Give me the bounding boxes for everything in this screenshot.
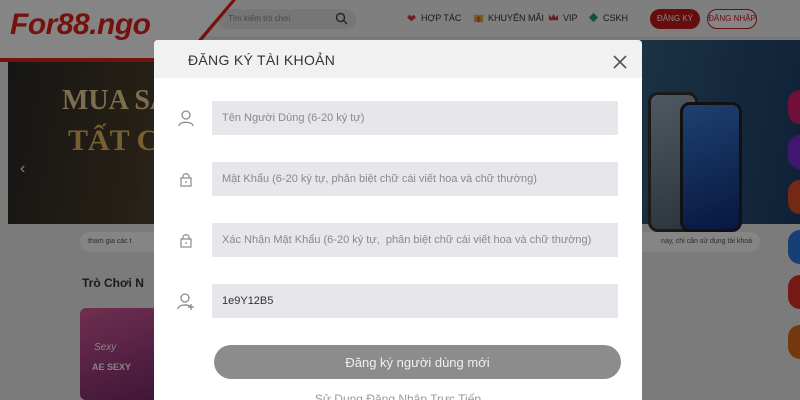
confirm-password-input[interactable] — [212, 223, 618, 257]
add-user-icon — [177, 293, 194, 310]
register-submit-button[interactable]: Đăng ký người dùng mới — [214, 345, 621, 379]
modal-header: ĐĂNG KÝ TÀI KHOẢN — [154, 40, 642, 78]
user-icon — [178, 110, 194, 127]
referral-row — [154, 284, 642, 318]
close-icon[interactable] — [612, 54, 628, 70]
lock-icon — [180, 173, 192, 187]
password-row — [154, 162, 642, 196]
confirm-password-row — [154, 223, 642, 257]
password-input[interactable] — [212, 162, 618, 196]
username-row — [154, 101, 642, 135]
modal-title: ĐĂNG KÝ TÀI KHOẢN — [188, 52, 336, 68]
referral-code-input[interactable] — [212, 284, 618, 318]
username-input[interactable] — [212, 101, 618, 135]
register-modal: ĐĂNG KÝ TÀI KHOẢN Tên Người Dùng (6-20 k… — [154, 40, 642, 400]
direct-login-link[interactable]: Sử Dụng Đăng Nhập Trực Tiếp — [154, 392, 642, 400]
lock-icon — [180, 234, 192, 248]
